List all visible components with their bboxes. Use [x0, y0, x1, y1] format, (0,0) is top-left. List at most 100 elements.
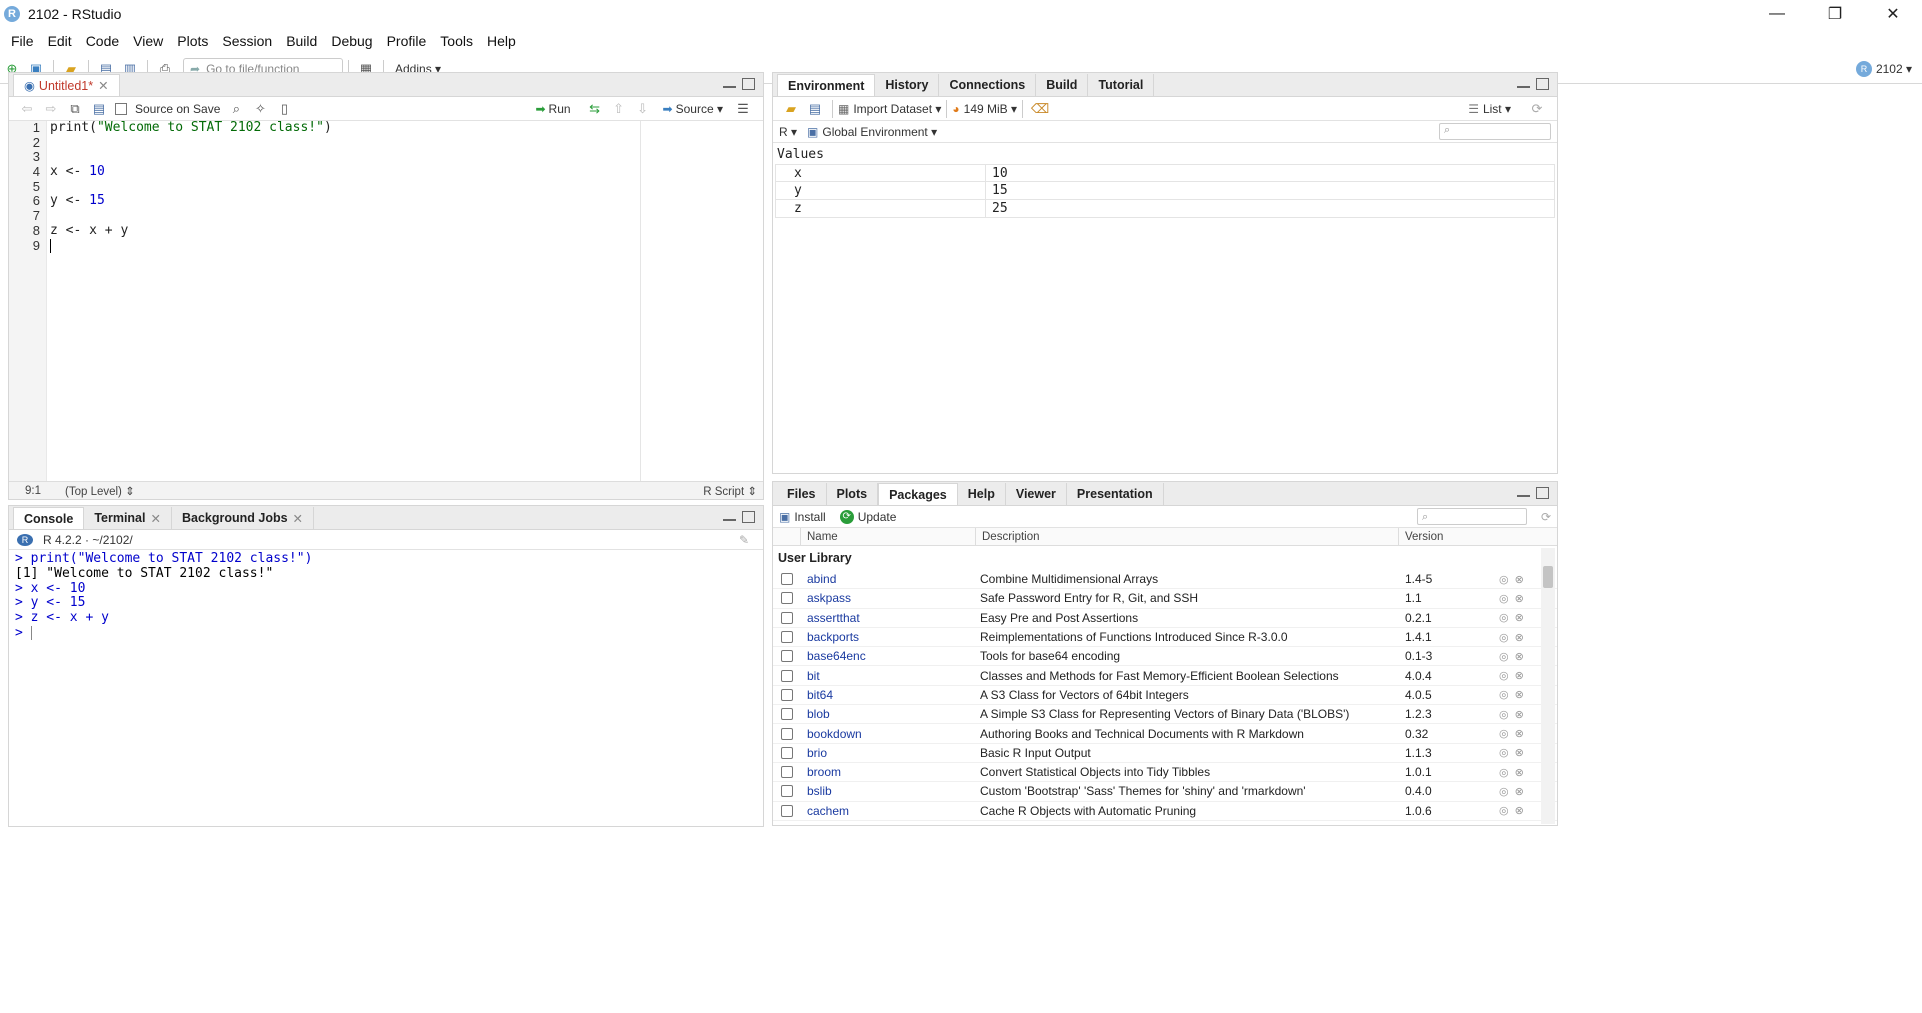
- search-icon[interactable]: ⌕: [227, 100, 245, 118]
- package-load-checkbox[interactable]: [781, 631, 793, 644]
- package-website-icon[interactable]: ◎: [1499, 727, 1509, 740]
- maximize-pane-icon[interactable]: [1536, 487, 1549, 499]
- package-load-checkbox[interactable]: [781, 727, 793, 740]
- package-load-checkbox[interactable]: [781, 708, 793, 721]
- package-name-link[interactable]: bit64: [801, 688, 976, 702]
- minimize-pane-icon[interactable]: [1517, 78, 1530, 88]
- back-icon[interactable]: ⇦: [18, 100, 36, 118]
- package-website-icon[interactable]: ◎: [1499, 573, 1509, 586]
- tab-untitled1[interactable]: ◉ Untitled1* ✕: [13, 74, 120, 96]
- package-name-link[interactable]: brio: [801, 746, 976, 760]
- tab-viewer[interactable]: Viewer: [1006, 483, 1067, 505]
- package-name-link[interactable]: bit: [801, 669, 976, 683]
- show-in-window-icon[interactable]: ⧉: [66, 100, 84, 118]
- package-name-link[interactable]: blob: [801, 707, 976, 721]
- package-load-checkbox[interactable]: [781, 785, 793, 798]
- package-load-checkbox[interactable]: [781, 650, 793, 663]
- package-website-icon[interactable]: ◎: [1499, 669, 1509, 682]
- tab-environment[interactable]: Environment: [777, 74, 876, 96]
- rerun-icon[interactable]: ⇆: [586, 100, 604, 118]
- menu-build[interactable]: Build: [279, 33, 324, 49]
- menu-profile[interactable]: Profile: [380, 33, 434, 49]
- menu-tools[interactable]: Tools: [433, 33, 480, 49]
- code-area[interactable]: print("Welcome to STAT 2102 class!") x <-…: [50, 120, 763, 254]
- console-output[interactable]: > print("Welcome to STAT 2102 class!") [1…: [9, 550, 763, 643]
- package-website-icon[interactable]: ◎: [1499, 688, 1509, 701]
- install-button[interactable]: ▣ Install: [779, 510, 826, 524]
- refresh-icon[interactable]: ⟳: [1528, 100, 1546, 118]
- remove-package-icon[interactable]: ⊗: [1515, 650, 1524, 663]
- code-line[interactable]: [50, 150, 763, 165]
- tab-packages[interactable]: Packages: [878, 483, 958, 505]
- remove-package-icon[interactable]: ⊗: [1515, 727, 1524, 740]
- tab-tutorial[interactable]: Tutorial: [1088, 74, 1155, 96]
- environment-search-input[interactable]: ⌕: [1439, 123, 1551, 140]
- outline-icon[interactable]: ☰: [734, 100, 752, 118]
- package-website-icon[interactable]: ◎: [1499, 766, 1509, 779]
- close-tab-icon[interactable]: ✕: [150, 511, 160, 526]
- menu-view[interactable]: View: [126, 33, 170, 49]
- code-line[interactable]: [50, 238, 763, 254]
- source-on-save-checkbox[interactable]: [115, 102, 127, 115]
- code-line[interactable]: [50, 136, 763, 151]
- tab-background-jobs[interactable]: Background Jobs ✕: [172, 507, 315, 529]
- menu-edit[interactable]: Edit: [41, 33, 79, 49]
- clear-workspace-broom-icon[interactable]: ⌫: [1031, 100, 1049, 118]
- environment-value-row[interactable]: x 10: [775, 164, 1555, 182]
- project-menu[interactable]: R 2102 ▾: [1855, 60, 1912, 77]
- remove-package-icon[interactable]: ⊗: [1515, 708, 1524, 721]
- code-line[interactable]: [50, 180, 763, 195]
- maximize-pane-icon[interactable]: [742, 78, 755, 90]
- language-selector[interactable]: R ▾: [779, 125, 797, 139]
- packages-search-input[interactable]: ⌕: [1417, 508, 1527, 525]
- package-name-link[interactable]: askpass: [801, 591, 976, 605]
- restore-icon[interactable]: ❐: [1806, 0, 1864, 28]
- import-dataset-button[interactable]: ▦ Import Dataset ▾: [838, 102, 941, 116]
- code-line[interactable]: y <- 15: [50, 194, 763, 209]
- close-tab-icon[interactable]: ✕: [98, 78, 108, 93]
- version-column-header[interactable]: Version: [1399, 528, 1539, 545]
- tab-connections[interactable]: Connections: [939, 74, 1037, 96]
- package-name-link[interactable]: cachem: [801, 804, 976, 818]
- remove-package-icon[interactable]: ⊗: [1515, 611, 1524, 624]
- clear-console-icon[interactable]: ✎: [739, 533, 749, 547]
- tab-console[interactable]: Console: [13, 507, 85, 529]
- package-website-icon[interactable]: ◎: [1499, 804, 1509, 817]
- compile-report-icon[interactable]: ▯: [275, 100, 293, 118]
- scrollbar-thumb[interactable]: [1543, 566, 1553, 588]
- tab-build[interactable]: Build: [1036, 74, 1089, 96]
- remove-package-icon[interactable]: ⊗: [1515, 688, 1524, 701]
- go-up-icon[interactable]: ⇧: [610, 100, 628, 118]
- packages-scrollbar[interactable]: [1541, 548, 1555, 824]
- menu-plots[interactable]: Plots: [170, 33, 215, 49]
- tab-terminal[interactable]: Terminal ✕: [84, 507, 172, 529]
- package-name-link[interactable]: abind: [801, 572, 976, 586]
- code-tools-wand-icon[interactable]: ✧: [251, 100, 269, 118]
- go-down-icon[interactable]: ⇩: [634, 100, 652, 118]
- package-name-link[interactable]: bookdown: [801, 727, 976, 741]
- update-button[interactable]: ⟳ Update: [839, 509, 896, 524]
- package-website-icon[interactable]: ◎: [1499, 631, 1509, 644]
- package-name-link[interactable]: broom: [801, 765, 976, 779]
- code-line[interactable]: [50, 209, 763, 224]
- menu-file[interactable]: File: [4, 33, 41, 49]
- package-load-checkbox[interactable]: [781, 766, 793, 779]
- package-name-link[interactable]: assertthat: [801, 611, 976, 625]
- package-load-checkbox[interactable]: [781, 669, 793, 682]
- close-tab-icon[interactable]: ✕: [293, 511, 303, 526]
- code-line[interactable]: print("Welcome to STAT 2102 class!"): [50, 120, 763, 136]
- code-line[interactable]: z <- x + y: [50, 223, 763, 239]
- remove-package-icon[interactable]: ⊗: [1515, 592, 1524, 605]
- package-website-icon[interactable]: ◎: [1499, 611, 1509, 624]
- remove-package-icon[interactable]: ⊗: [1515, 669, 1524, 682]
- environment-scope-selector[interactable]: ▣ Global Environment ▾: [807, 125, 937, 139]
- package-website-icon[interactable]: ◎: [1499, 785, 1509, 798]
- minimize-pane-icon[interactable]: [723, 78, 736, 88]
- tab-plots[interactable]: Plots: [827, 483, 879, 505]
- name-column-header[interactable]: Name: [801, 528, 976, 545]
- remove-package-icon[interactable]: ⊗: [1515, 766, 1524, 779]
- maximize-pane-icon[interactable]: [1536, 78, 1549, 90]
- maximize-pane-icon[interactable]: [742, 511, 755, 523]
- package-load-checkbox[interactable]: [781, 804, 793, 817]
- menu-debug[interactable]: Debug: [324, 33, 379, 49]
